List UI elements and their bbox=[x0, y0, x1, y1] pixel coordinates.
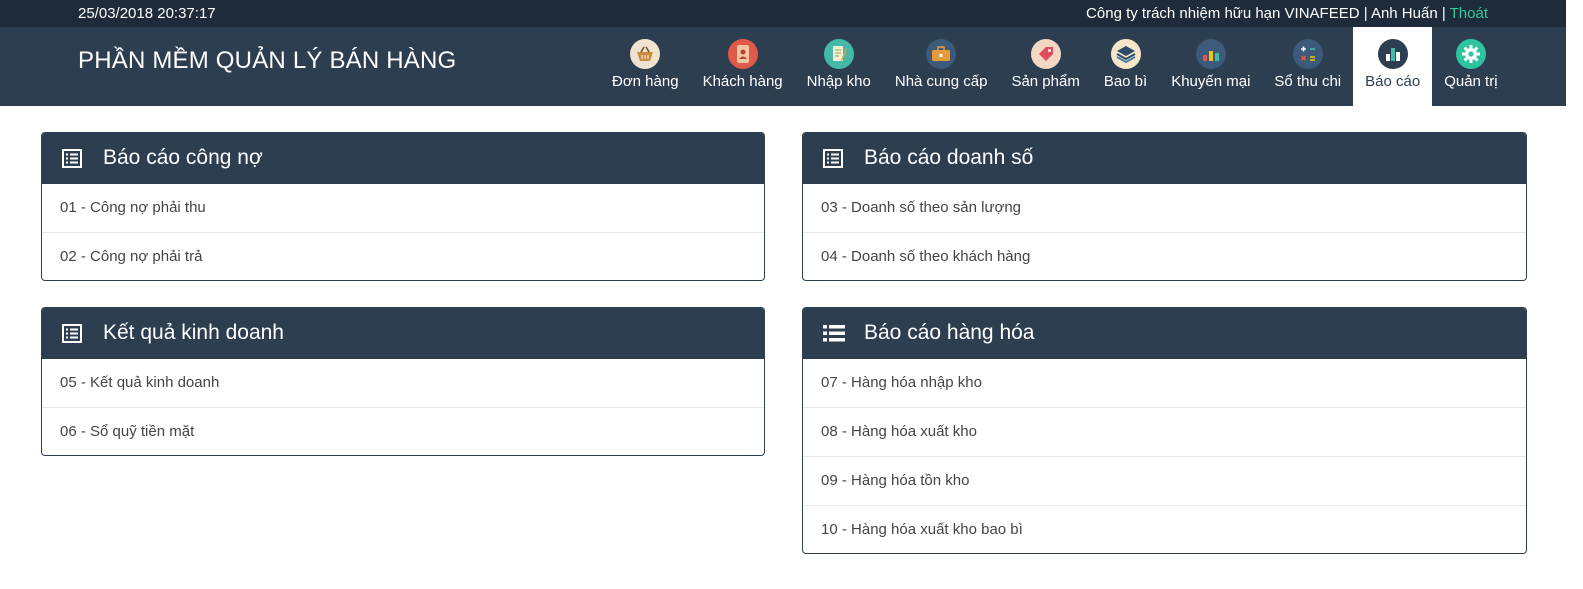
report-link[interactable]: 06 - Sổ quỹ tiền mặt bbox=[42, 407, 764, 455]
report-link[interactable]: 04 - Doanh số theo khách hàng bbox=[803, 232, 1526, 280]
panel-debt-report: Báo cáo công nợ 01 - Công nợ phải thu 02… bbox=[41, 132, 765, 281]
list-alt-icon bbox=[823, 149, 843, 174]
top-bar: 25/03/2018 20:37:17 Công ty trách nhiệm … bbox=[0, 0, 1566, 27]
nav-label-reports: Báo cáo bbox=[1365, 73, 1421, 90]
basket-icon bbox=[630, 39, 661, 69]
nav-label-admin: Quản trị bbox=[1444, 73, 1498, 90]
list-alt-icon bbox=[62, 324, 82, 349]
main-nav: Đơn hàng Khách hàng Nhập kho Nhà cung cấ… bbox=[600, 27, 1510, 106]
nav-item-promotions[interactable]: Khuyến mại bbox=[1159, 27, 1262, 106]
receipt-pen-icon bbox=[823, 39, 854, 69]
layers-icon bbox=[1110, 39, 1141, 69]
nav-item-packaging[interactable]: Bao bì bbox=[1092, 27, 1159, 106]
list-alt-icon bbox=[62, 149, 82, 174]
nav-label-stock-in: Nhập kho bbox=[806, 73, 871, 90]
nav-item-customers[interactable]: Khách hàng bbox=[691, 27, 795, 106]
logout-link[interactable]: Thoát bbox=[1450, 5, 1488, 22]
panel-revenue-report: Báo cáo doanh số 03 - Doanh số theo sản … bbox=[802, 132, 1527, 281]
briefcase-icon bbox=[926, 39, 957, 69]
panel-title: Báo cáo doanh số bbox=[864, 146, 1034, 169]
address-book-icon bbox=[727, 39, 758, 69]
panel-title: Báo cáo công nợ bbox=[103, 146, 263, 169]
report-link[interactable]: 07 - Hàng hóa nhập kho bbox=[803, 359, 1526, 407]
panel-business-result: Kết quả kinh doanh 05 - Kết quả kinh doa… bbox=[41, 307, 765, 456]
nav-label-customers: Khách hàng bbox=[702, 73, 783, 90]
bar-chart-icon bbox=[1377, 39, 1408, 69]
nav-label-packaging: Bao bì bbox=[1103, 73, 1148, 90]
report-link[interactable]: 01 - Công nợ phải thu bbox=[42, 184, 764, 232]
main-header: PHẦN MỀM QUẢN LÝ BÁN HÀNG Đơn hàng Khách… bbox=[0, 27, 1566, 106]
panel-goods-report: Báo cáo hàng hóa 07 - Hàng hóa nhập kho … bbox=[802, 307, 1527, 554]
calculator-icon bbox=[1292, 39, 1323, 69]
nav-item-cashbook[interactable]: Sổ thu chi bbox=[1262, 27, 1353, 106]
nav-label-cashbook: Sổ thu chi bbox=[1274, 73, 1342, 90]
list-icon bbox=[823, 324, 845, 349]
report-link[interactable]: 02 - Công nợ phải trả bbox=[42, 232, 764, 280]
current-datetime: 25/03/2018 20:37:17 bbox=[78, 5, 216, 22]
nav-item-admin[interactable]: Quản trị bbox=[1432, 27, 1509, 106]
price-tag-icon bbox=[1030, 39, 1061, 69]
report-link[interactable]: 10 - Hàng hóa xuất kho bao bì bbox=[803, 505, 1526, 553]
panel-title: Báo cáo hàng hóa bbox=[864, 321, 1035, 344]
nav-label-orders: Đơn hàng bbox=[612, 73, 679, 90]
panel-header: Báo cáo doanh số bbox=[803, 133, 1526, 184]
app-title: PHẦN MỀM QUẢN LÝ BÁN HÀNG bbox=[78, 47, 457, 74]
nav-item-stock-in[interactable]: Nhập kho bbox=[795, 27, 883, 106]
nav-label-promotions: Khuyến mại bbox=[1171, 73, 1251, 90]
panel-header: Báo cáo hàng hóa bbox=[803, 308, 1526, 359]
report-link[interactable]: 05 - Kết quả kinh doanh bbox=[42, 359, 764, 407]
company-user-text: Công ty trách nhiệm hữu hạn VINAFEED | A… bbox=[1086, 5, 1450, 22]
panel-header: Kết quả kinh doanh bbox=[42, 308, 764, 359]
nav-item-suppliers[interactable]: Nhà cung cấp bbox=[883, 27, 1000, 106]
coin-stack-icon bbox=[1195, 39, 1226, 69]
user-info: Công ty trách nhiệm hữu hạn VINAFEED | A… bbox=[1086, 5, 1488, 22]
panel-header: Báo cáo công nợ bbox=[42, 133, 764, 184]
nav-item-products[interactable]: Sản phẩm bbox=[999, 27, 1091, 106]
report-link[interactable]: 03 - Doanh số theo sản lượng bbox=[803, 184, 1526, 232]
nav-item-orders[interactable]: Đơn hàng bbox=[600, 27, 691, 106]
gear-icon bbox=[1455, 39, 1486, 69]
report-link[interactable]: 09 - Hàng hóa tồn kho bbox=[803, 456, 1526, 505]
panel-title: Kết quả kinh doanh bbox=[103, 321, 284, 344]
nav-item-reports[interactable]: Báo cáo bbox=[1353, 27, 1433, 106]
nav-label-products: Sản phẩm bbox=[1011, 73, 1080, 90]
nav-label-suppliers: Nhà cung cấp bbox=[894, 73, 988, 90]
report-link[interactable]: 08 - Hàng hóa xuất kho bbox=[803, 407, 1526, 456]
